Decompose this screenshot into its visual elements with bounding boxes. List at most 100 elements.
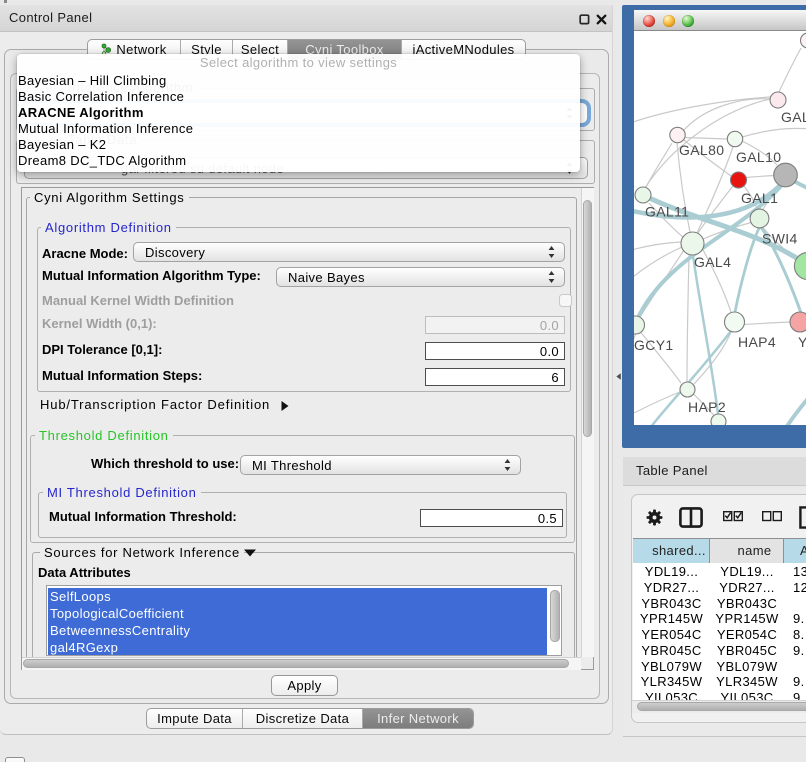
table-row[interactable]: YBR043CYBR043C xyxy=(633,596,806,612)
unchecked-columns-icon[interactable] xyxy=(762,511,782,522)
table-column-header[interactable]: shared... xyxy=(633,539,710,563)
manual-kernel-checkbox[interactable] xyxy=(559,294,572,307)
network-node[interactable] xyxy=(711,414,726,425)
mi-type-value: Naive Bayes xyxy=(288,268,365,286)
network-edge[interactable] xyxy=(742,128,806,137)
zoom-traffic-light[interactable] xyxy=(682,15,694,27)
algorithm-popup-item[interactable]: ARACNE Algorithm xyxy=(18,105,144,121)
network-node[interactable] xyxy=(681,232,704,255)
mi-threshold-field[interactable]: 0.5 xyxy=(420,509,563,527)
hub-definition-label[interactable]: Hub/Transcription Factor Definition xyxy=(40,397,270,412)
divider-collapse-icon[interactable] xyxy=(616,373,621,380)
sources-group-title[interactable]: Sources for Network Inference xyxy=(40,546,244,559)
apply-button[interactable]: Apply xyxy=(271,675,338,696)
tab-infer-network[interactable]: Infer Network xyxy=(363,709,473,728)
data-attributes-list[interactable]: SelfLoopsTopologicalCoefficientBetweenne… xyxy=(46,585,562,656)
data-attribute-item[interactable]: SelfLoops xyxy=(48,588,550,605)
cyni-algorithm-settings-title: Cyni Algorithm Settings xyxy=(30,191,189,204)
window-top-tick xyxy=(4,0,7,3)
list-scrollbar-thumb[interactable] xyxy=(550,590,560,642)
dpi-tolerance-field[interactable]: 0.0 xyxy=(425,342,565,360)
network-edge[interactable] xyxy=(634,242,681,251)
table-row[interactable]: YBR045CYBR045C9. xyxy=(633,643,806,659)
data-attribute-item[interactable]: gal4RGexp xyxy=(48,639,550,656)
checked-columns-icon[interactable] xyxy=(723,511,743,522)
network-node[interactable] xyxy=(634,316,645,334)
network-window-titlebar[interactable] xyxy=(634,10,806,31)
table-row[interactable]: YLR345WYLR345W9. xyxy=(633,674,806,690)
table-panel-titlebar[interactable]: Table Panel xyxy=(623,457,806,486)
settings-vscrollbar-thumb[interactable] xyxy=(583,200,592,437)
network-canvas[interactable]: GAL7GAL80GAL10GAL1GAL11SWI4GAL4GCY1HAP4Y… xyxy=(634,31,806,425)
control-panel-titlebar[interactable]: Control Panel xyxy=(0,5,612,32)
data-attribute-item[interactable]: BetweennessCentrality xyxy=(48,622,550,639)
network-node[interactable] xyxy=(731,172,747,188)
table-row[interactable]: YDR27...YDR27...12 xyxy=(633,580,806,596)
network-node[interactable] xyxy=(750,209,769,228)
mi-steps-field[interactable]: 6 xyxy=(425,368,565,386)
table-cell: 8. xyxy=(784,627,806,643)
network-node[interactable] xyxy=(727,131,742,146)
network-node[interactable] xyxy=(801,33,806,48)
tab-discretize-data[interactable]: Discretize Data xyxy=(243,709,363,728)
table-cell: YBR043C xyxy=(710,596,784,612)
network-edge[interactable] xyxy=(687,255,689,382)
network-node[interactable] xyxy=(790,312,806,332)
network-node[interactable] xyxy=(725,312,745,332)
table-row[interactable]: YIL053CYIL053C9. xyxy=(633,690,806,700)
gear-icon[interactable] xyxy=(646,509,663,526)
network-edge[interactable] xyxy=(779,48,801,92)
aracne-mode-value: Discovery xyxy=(145,243,205,261)
table-cell: 12 xyxy=(784,580,806,596)
tab-impute-data[interactable]: Impute Data xyxy=(147,709,243,728)
which-threshold-combobox[interactable]: MI Threshold xyxy=(240,455,521,475)
algorithm-popup-item[interactable]: Dream8 DC_TDC Algorithm xyxy=(18,153,186,169)
network-node[interactable] xyxy=(770,92,786,108)
table-row[interactable]: YDL19...YDL19...13 xyxy=(633,564,806,580)
minimize-traffic-light[interactable] xyxy=(663,15,675,27)
table-row[interactable]: YER054CYER054C8. xyxy=(633,627,806,643)
table-column-header[interactable]: name xyxy=(710,539,784,563)
network-node-label: Y xyxy=(798,334,806,350)
algorithm-popup-item[interactable]: Mutual Information Inference xyxy=(18,121,193,137)
network-node[interactable] xyxy=(774,163,798,187)
close-traffic-light[interactable] xyxy=(643,15,655,27)
table-row[interactable]: YBL079WYBL079W xyxy=(633,659,806,675)
collapse-arrow-icon[interactable] xyxy=(243,549,257,557)
algorithm-popup-item[interactable]: Bayesian – Hill Climbing xyxy=(18,73,167,89)
mi-type-combobox[interactable]: Naive Bayes xyxy=(276,267,565,287)
table-row[interactable]: YPR145WYPR145W9. xyxy=(633,611,806,627)
table-cell: 13 xyxy=(784,564,806,580)
float-icon[interactable] xyxy=(579,14,590,25)
table-column-header[interactable]: A xyxy=(784,539,806,563)
split-columns-icon[interactable] xyxy=(679,507,703,528)
table-hscrollbar-thumb[interactable] xyxy=(637,702,806,711)
document-icon[interactable] xyxy=(799,506,806,529)
manual-kernel-label: Manual Kernel Width Definition xyxy=(42,293,234,308)
network-edge[interactable] xyxy=(744,322,790,325)
network-edge-thick[interactable] xyxy=(735,228,759,312)
expand-arrow-icon[interactable] xyxy=(280,400,290,412)
kernel-width-field[interactable]: 0.0 xyxy=(425,316,565,334)
network-node[interactable] xyxy=(635,187,651,203)
aracne-mode-combobox[interactable]: Discovery xyxy=(133,242,565,262)
infer-bottom-tabs: Impute DataDiscretize DataInfer Network xyxy=(146,708,474,729)
algorithm-popup-item[interactable]: Basic Correlation Inference xyxy=(18,89,184,105)
network-edge[interactable] xyxy=(634,392,680,413)
network-edge[interactable] xyxy=(634,97,770,123)
network-node-label: GAL1 xyxy=(741,190,778,206)
network-edge-thick[interactable] xyxy=(693,255,718,414)
combo-arrows-icon xyxy=(504,459,511,471)
network-node[interactable] xyxy=(670,127,685,142)
network-edge[interactable] xyxy=(646,143,672,187)
settings-hscrollbar-thumb[interactable] xyxy=(23,659,569,668)
network-edge-thick[interactable] xyxy=(786,396,806,425)
network-edge[interactable] xyxy=(746,176,774,178)
close-icon[interactable] xyxy=(596,14,607,25)
network-node[interactable] xyxy=(680,382,695,397)
algorithm-popup-item[interactable]: Bayesian – K2 xyxy=(18,137,106,153)
threshold-definition-title: Threshold Definition xyxy=(35,429,173,442)
bottom-left-button-stub[interactable] xyxy=(5,757,25,762)
table-cell: YER054C xyxy=(633,627,710,643)
data-attribute-item[interactable]: TopologicalCoefficient xyxy=(48,605,550,622)
